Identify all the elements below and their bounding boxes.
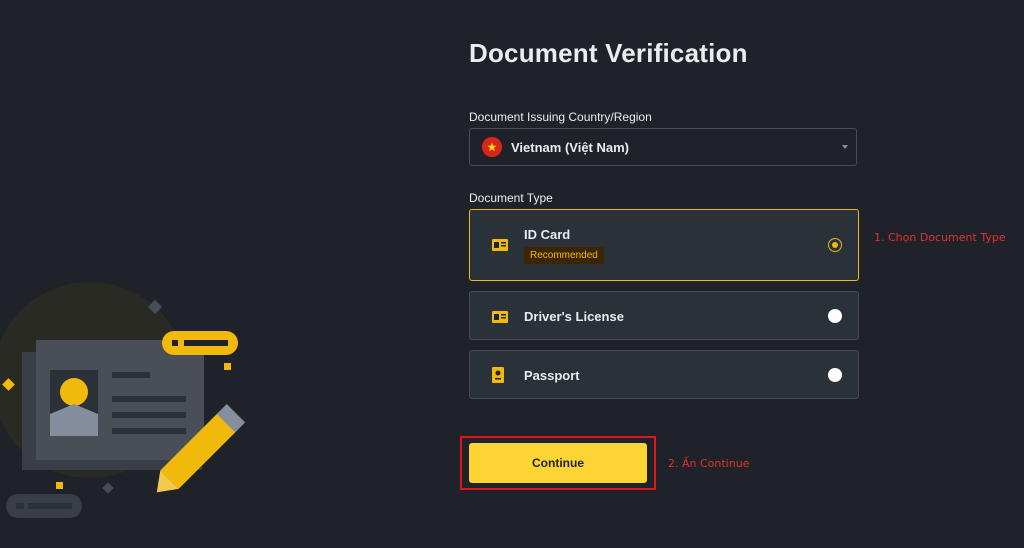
id-card-icon (492, 238, 508, 256)
country-select-value: Vietnam (Việt Nam) (511, 139, 630, 155)
country-select[interactable]: Vietnam (Việt Nam) (469, 128, 857, 166)
document-option-drivers-license[interactable]: Driver's License (469, 291, 859, 340)
id-card-illustration (0, 282, 246, 518)
passport-label: Passport (524, 368, 580, 383)
document-option-passport[interactable]: Passport (469, 350, 859, 399)
drivers-license-label: Driver's License (524, 309, 624, 324)
drivers-license-icon (492, 310, 508, 328)
country-label: Document Issuing Country/Region (469, 110, 652, 124)
document-type-label: Document Type (469, 191, 553, 205)
annotation-step-2: 2. Ấn Continue (668, 457, 750, 470)
id-card-label: ID Card (524, 227, 571, 242)
passport-radio[interactable] (828, 368, 842, 382)
passport-icon (492, 367, 504, 388)
chevron-down-icon (842, 145, 848, 149)
id-card-radio[interactable] (828, 238, 842, 252)
document-option-id-card[interactable]: ID Card Recommended (469, 209, 859, 281)
page-title: Document Verification (469, 38, 748, 68)
vietnam-flag-icon (482, 137, 502, 157)
recommended-badge: Recommended (524, 247, 604, 264)
continue-button[interactable]: Continue (469, 443, 647, 483)
drivers-license-radio[interactable] (828, 309, 842, 323)
annotation-step-1: 1. Chọn Document Type (874, 231, 1006, 244)
